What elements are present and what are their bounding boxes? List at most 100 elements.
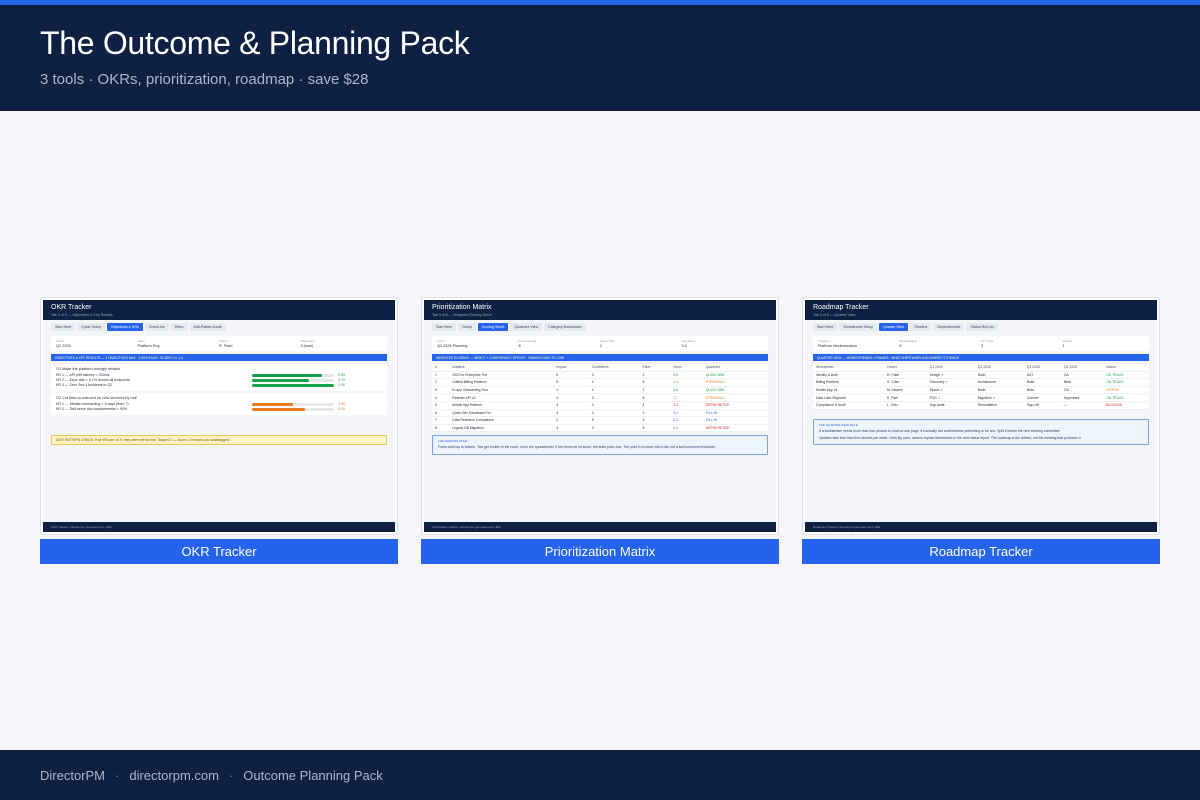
sheet-footer: Roadmap Tracker | directorpm.gumroad.com… bbox=[805, 522, 1157, 532]
effort-score: 3 bbox=[639, 416, 671, 425]
q2-phase: Build bbox=[974, 386, 1024, 395]
footer-brand-link[interactable]: DirectorPM bbox=[40, 768, 105, 783]
sheet-title: OKR Tracker bbox=[51, 304, 92, 311]
sheet-header: OKR Tracker Tab 3 of 6 — Objectives & Ke… bbox=[43, 300, 395, 320]
col-header: Status bbox=[1103, 364, 1149, 372]
confidence-score: 3 bbox=[588, 393, 640, 402]
quarter-rule-note: THE QUARTER VIEW RULE If a workstream ne… bbox=[813, 418, 1149, 445]
status-label: ON TRACK bbox=[1103, 378, 1149, 387]
weighted-score: 4.3 bbox=[670, 378, 703, 387]
product-card-okr[interactable]: OKR Tracker Tab 3 of 6 — Objectives & Ke… bbox=[40, 297, 398, 564]
impact-score: 5 bbox=[553, 378, 589, 387]
q1-phase: Discovery ✓ bbox=[926, 378, 975, 387]
kr-text: KR 1 — API p99 latency < 200ms bbox=[56, 373, 110, 378]
table-header-row: # Initiative Impact Confidence Effort Sc… bbox=[432, 364, 768, 372]
roadmap-screenshot: Roadmap Tracker Tab 3 of 6 — Quarter Vie… bbox=[805, 300, 1157, 532]
effort-score: 5 bbox=[639, 378, 671, 387]
owner-name: S. Chen bbox=[883, 378, 927, 387]
workstream-name: Billing Platform bbox=[813, 378, 884, 387]
note-body-2: Updates take less than five minutes per … bbox=[819, 435, 1082, 440]
meta-cell: Workstreams 5 bbox=[900, 339, 982, 348]
meta-key: Objectives bbox=[300, 339, 315, 343]
workstream-name: Compliance & Audit bbox=[813, 401, 884, 410]
quadrant-label: STRATEGIC bbox=[702, 378, 768, 387]
kr-progress-fill bbox=[252, 383, 334, 387]
card-label-roadmap-tracker[interactable]: Roadmap Tracker bbox=[802, 539, 1160, 564]
meta-cell: Program Platform Modernization bbox=[818, 339, 900, 348]
kr-progress-bar bbox=[252, 373, 334, 377]
table-row: 7 Data Retention Compliance 2 5 3 2.2 FILL-IN bbox=[432, 416, 768, 425]
sheet-footer: Prioritization Matrix | directorpm.gumro… bbox=[424, 522, 776, 532]
weighted-score: 3.1 bbox=[670, 409, 703, 418]
card-label-prioritization-matrix[interactable]: Prioritization Matrix bbox=[421, 539, 779, 564]
kr-score: 0.85 bbox=[338, 373, 345, 378]
col-header: Confidence bbox=[588, 364, 640, 372]
footer-separator: · bbox=[115, 767, 120, 783]
product-card-prioritization[interactable]: Prioritization Matrix Tab 3 of 6 — Weigh… bbox=[421, 297, 779, 564]
preview-frame[interactable]: OKR Tracker Tab 3 of 6 — Objectives & Ke… bbox=[40, 297, 398, 535]
kr-score: 0.65 bbox=[338, 407, 345, 412]
preview-frame[interactable]: Roadmap Tracker Tab 3 of 6 — Quarter Vie… bbox=[802, 297, 1160, 535]
effort-score: 5 bbox=[639, 424, 671, 433]
q1-phase: Design ✓ bbox=[926, 371, 975, 380]
table-row: Billing Platform S. Chen Discovery ✓ Archit… bbox=[813, 378, 1149, 387]
meta-cell: Team Platform Eng bbox=[138, 339, 220, 348]
q1-phase: Specs ✓ bbox=[926, 386, 975, 395]
kr-progress-fill bbox=[252, 373, 322, 377]
table-row: Mobile App v3 M. Alvarez Specs ✓ Build Beta G… bbox=[813, 386, 1149, 395]
initiative-name: Legacy DB Migration bbox=[449, 424, 554, 433]
quarter-table: Workstream Owner Q1 2026 Q2 2026 Q3 2026… bbox=[813, 364, 1149, 410]
kr-text: KR 3 — Zero Sev-1 incidents in Q2 bbox=[56, 383, 113, 388]
quadrant-label: STRATEGIC bbox=[702, 393, 768, 402]
table-row: 5 Mobile App Refresh 3 3 4 3.3 DEPRIORITIZE bbox=[432, 401, 768, 410]
tab-status-roll-up: Status Roll-Up bbox=[966, 323, 998, 331]
objective-title: O2 Cut time-to-onboard for new services … bbox=[56, 396, 137, 401]
meta-cell: At Risk 1 bbox=[1063, 339, 1145, 348]
sheet-tabs: Start Here Setup Scoring Sheet Quadrant … bbox=[424, 320, 776, 334]
kr-progress-bar bbox=[252, 378, 334, 382]
row-number: 8 bbox=[432, 424, 450, 433]
meta-value: 1 bbox=[1062, 344, 1065, 348]
footer-site-link[interactable]: directorpm.com bbox=[129, 768, 219, 783]
page-title: The Outcome & Planning Pack bbox=[40, 25, 470, 61]
workstream-name: Data Lake Migration bbox=[813, 393, 884, 402]
q2-phase: Architecture bbox=[974, 378, 1024, 387]
meta-value: Q2 2026 bbox=[56, 344, 71, 348]
table-row: 6 Quick-Win Dashboard Fix 3 4 2 3.1 FILL-IN bbox=[432, 409, 768, 418]
owner-name: K. Park bbox=[883, 393, 927, 402]
col-header: Q3 2026 bbox=[1023, 364, 1061, 372]
meta-value: Q2 2026 Planning bbox=[437, 344, 468, 348]
meta-key: Quick Wins bbox=[600, 339, 616, 343]
meta-box: Program Platform Modernization Workstream… bbox=[813, 336, 1149, 351]
card-label-okr-tracker[interactable]: OKR Tracker bbox=[40, 539, 398, 564]
sheet-subtitle: Tab 3 of 6 — Quarter View bbox=[813, 313, 856, 317]
impact-score: 3 bbox=[553, 424, 589, 433]
meta-value: 3 bbox=[981, 344, 984, 348]
kr-progress-bar bbox=[252, 407, 334, 411]
tab-workstream-setup: Workstream Setup bbox=[839, 323, 878, 331]
tab-start-here: Start Here bbox=[51, 323, 76, 331]
page-subtitle: 3 tools · OKRs, prioritization, roadmap … bbox=[40, 71, 369, 88]
weighted-score: 3.8 bbox=[670, 386, 703, 395]
table-row: 4 Reseller API v2 4 3 5 3.7 STRATEGIC bbox=[432, 393, 768, 402]
table-row: Data Lake Migration K. Park POC ✓ Migration… bbox=[813, 393, 1149, 402]
meta-cell: Cycle Q2 2026 Planning bbox=[437, 339, 519, 348]
meta-value: Platform Eng bbox=[137, 344, 160, 348]
weighted-score: 3.3 bbox=[670, 401, 703, 410]
owner-name: R. Patel bbox=[883, 371, 927, 380]
kr-progress-fill bbox=[252, 402, 293, 406]
q3-phase: Beta bbox=[1023, 386, 1061, 395]
q4-phase: GA bbox=[1060, 371, 1104, 380]
q4-phase: Beta bbox=[1060, 378, 1104, 387]
product-card-roadmap[interactable]: Roadmap Tracker Tab 3 of 6 — Quarter Vie… bbox=[802, 297, 1160, 564]
section-banner: OBJECTIVES & KEY RESULTS — 3 OBJECTIVES … bbox=[51, 354, 387, 361]
meta-cell: Owner R. Patel bbox=[219, 339, 301, 348]
weighted-score: 4.9 bbox=[670, 371, 703, 380]
confidence-score: 5 bbox=[588, 416, 640, 425]
objective-title: O1 Make the platform boringly reliable bbox=[56, 367, 121, 371]
confidence-score: 4 bbox=[588, 409, 640, 418]
prioritization-screenshot: Prioritization Matrix Tab 3 of 6 — Weigh… bbox=[424, 300, 776, 532]
preview-frame[interactable]: Prioritization Matrix Tab 3 of 6 — Weigh… bbox=[421, 297, 779, 535]
col-header: Owner bbox=[883, 364, 927, 372]
footer-pack-link[interactable]: Outcome Planning Pack bbox=[243, 768, 382, 783]
